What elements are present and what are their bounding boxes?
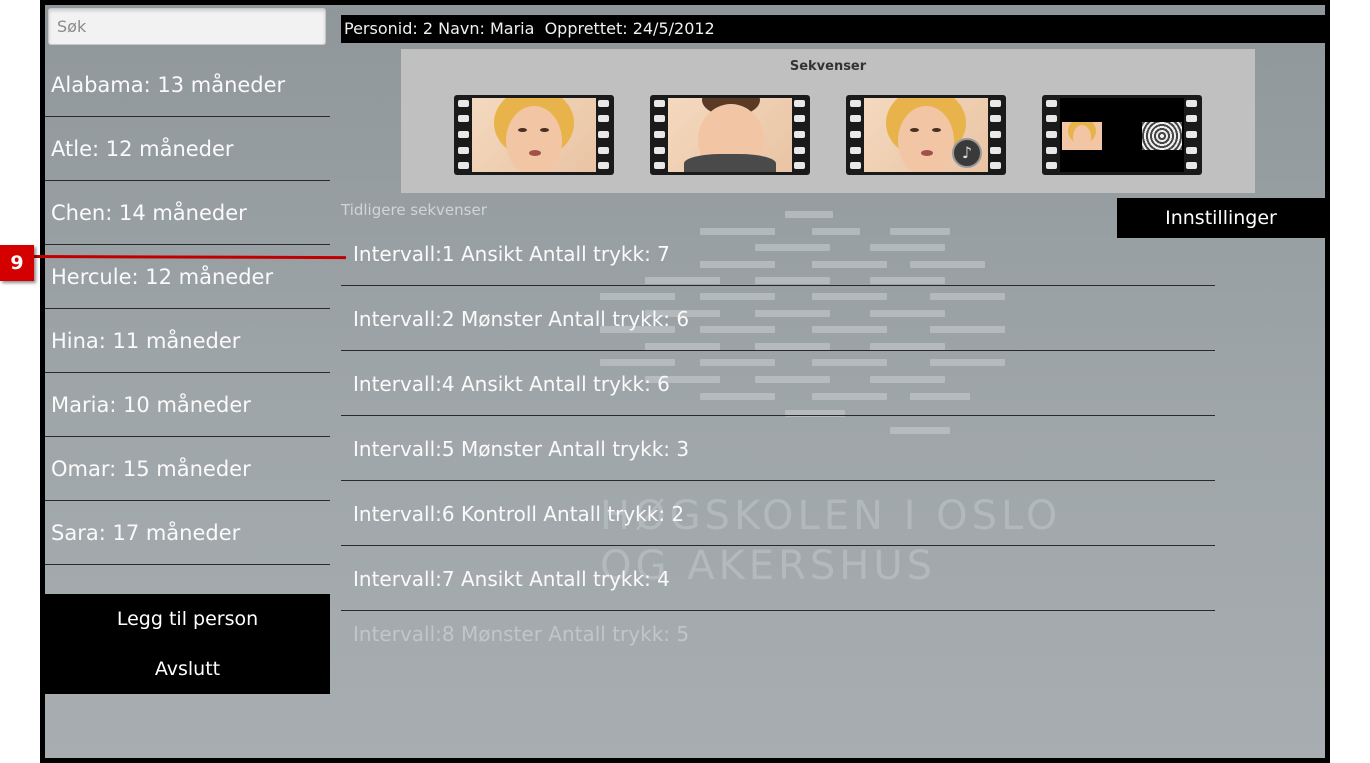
interval-item[interactable]: Intervall:4 Ansikt Antall trykk: 6 xyxy=(341,351,1215,416)
spiral-pattern-image xyxy=(1142,122,1182,150)
interval-item[interactable]: Intervall:6 Kontroll Antall trykk: 2 xyxy=(341,481,1215,546)
person-item-chen[interactable]: Chen: 14 måneder xyxy=(45,181,330,245)
add-person-button[interactable]: Legg til person xyxy=(45,594,330,644)
app-screen: HØGSKOLEN I OSLO OG AKERSHUS Søk Alabama… xyxy=(45,5,1325,758)
sequence-thumbnail-face[interactable] xyxy=(454,95,614,175)
person-info-bar: Personid: 2 Navn: Maria Opprettet: 24/5/… xyxy=(341,15,1325,43)
search-input[interactable]: Søk xyxy=(48,8,326,45)
person-item-sara[interactable]: Sara: 17 måneder xyxy=(45,501,330,565)
interval-item[interactable]: Intervall:8 Mønster Antall trykk: 5 xyxy=(341,611,1215,651)
previous-sequences-label: Tidligere sekvenser xyxy=(341,201,487,219)
interval-item[interactable]: Intervall:5 Mønster Antall trykk: 3 xyxy=(341,416,1215,481)
interval-list: Intervall:1 Ansikt Antall trykk: 7 Inter… xyxy=(341,221,1215,651)
exit-button[interactable]: Avslutt xyxy=(45,644,330,694)
interval-item[interactable]: Intervall:2 Mønster Antall trykk: 6 xyxy=(341,286,1215,351)
interval-item[interactable]: Intervall:1 Ansikt Antall trykk: 7 xyxy=(341,221,1215,286)
sequence-thumbnail-hidden-face[interactable] xyxy=(650,95,810,175)
callout-number-badge: 9 xyxy=(0,245,34,281)
person-item-hina[interactable]: Hina: 11 måneder xyxy=(45,309,330,373)
person-item-atle[interactable]: Atle: 12 måneder xyxy=(45,117,330,181)
sequences-title: Sekvenser xyxy=(789,59,867,74)
person-item-maria[interactable]: Maria: 10 måneder xyxy=(45,373,330,437)
music-note-icon: ♪ xyxy=(952,138,982,168)
sequence-thumbnail-face-sound[interactable]: ♪ xyxy=(846,95,1006,175)
person-list: Alabama: 13 måneder Atle: 12 måneder Che… xyxy=(45,53,330,565)
person-item-alabama[interactable]: Alabama: 13 måneder xyxy=(45,53,330,117)
sequences-panel: Sekvenser ♪ xyxy=(401,49,1255,193)
person-item-omar[interactable]: Omar: 15 måneder xyxy=(45,437,330,501)
mini-face-image xyxy=(1062,122,1102,150)
interval-item[interactable]: Intervall:7 Ansikt Antall trykk: 4 xyxy=(341,546,1215,611)
sequence-thumbnail-face-pattern[interactable] xyxy=(1042,95,1202,175)
sidebar-actions: Legg til person Avslutt xyxy=(45,594,330,694)
